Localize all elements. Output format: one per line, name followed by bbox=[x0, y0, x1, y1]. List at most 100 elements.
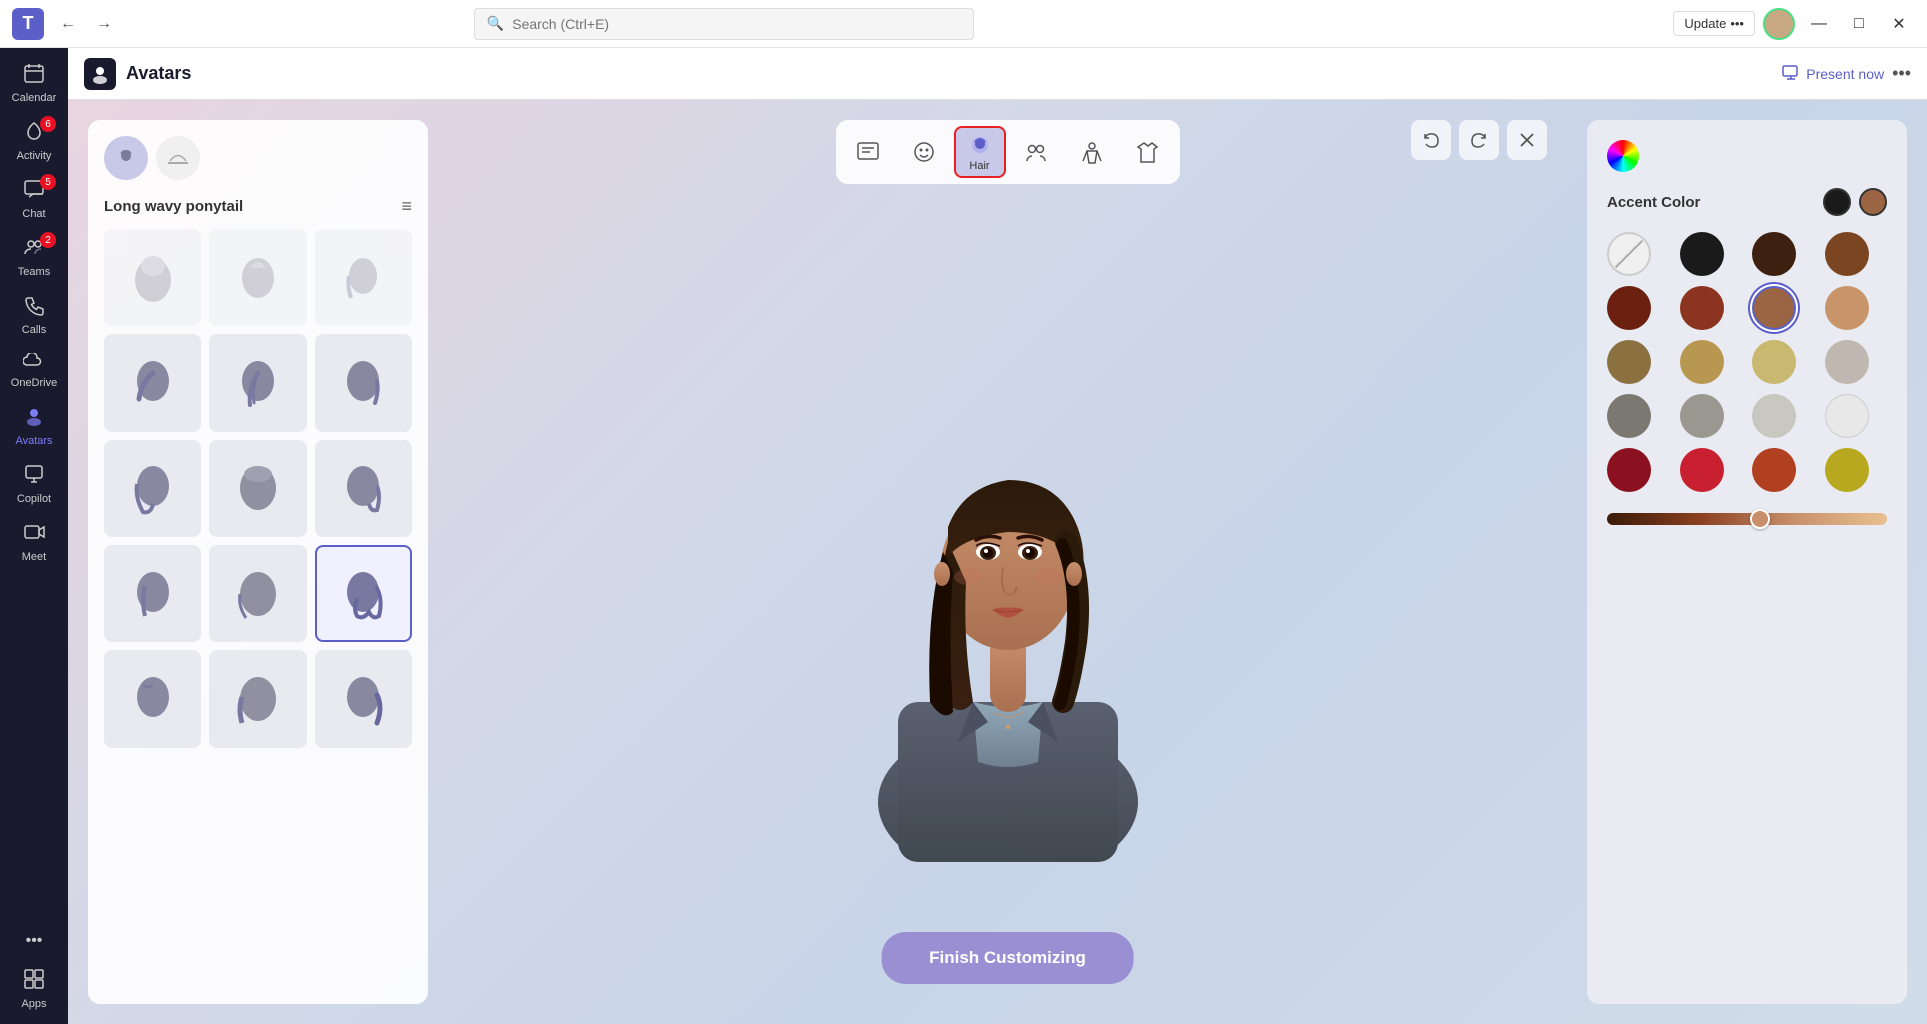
close-customizer-button[interactable] bbox=[1507, 120, 1547, 160]
calendar-icon bbox=[23, 62, 45, 90]
color-swatch-dark-brown[interactable] bbox=[1752, 232, 1796, 276]
hair-style-grid bbox=[104, 229, 412, 748]
avatar-preview bbox=[808, 327, 1208, 877]
color-swatch-white[interactable] bbox=[1825, 394, 1869, 438]
color-swatch-light-gold[interactable] bbox=[1752, 340, 1796, 384]
selected-color-1 bbox=[1823, 188, 1851, 216]
app-body: Calendar 6 Activity 5 Chat 2 Teams bbox=[0, 48, 1927, 1024]
present-now-button[interactable]: Present now bbox=[1782, 65, 1884, 83]
back-button[interactable]: ← bbox=[52, 8, 84, 40]
sidebar-item-avatars[interactable]: Avatars bbox=[6, 399, 62, 453]
hat-tab[interactable] bbox=[156, 136, 200, 180]
hair-style-item-selected[interactable] bbox=[315, 545, 412, 642]
chat-badge: 5 bbox=[40, 174, 56, 190]
color-swatch-brown[interactable] bbox=[1825, 232, 1869, 276]
color-swatch-black[interactable] bbox=[1680, 232, 1724, 276]
toolbar-face-button[interactable] bbox=[898, 126, 950, 178]
sidebar-item-more[interactable]: ••• bbox=[6, 926, 62, 958]
color-swatch-dark-red[interactable] bbox=[1607, 448, 1651, 492]
hair-style-item[interactable] bbox=[104, 545, 201, 642]
accent-color-row: Accent Color bbox=[1607, 188, 1887, 216]
avatar-toolbar: Hair bbox=[836, 120, 1180, 184]
page-title: Avatars bbox=[126, 63, 191, 84]
color-swatch-red[interactable] bbox=[1680, 448, 1724, 492]
search-input[interactable] bbox=[512, 16, 961, 32]
color-swatch-silver-gray[interactable] bbox=[1825, 340, 1869, 384]
sidebar-item-chat[interactable]: 5 Chat bbox=[6, 172, 62, 226]
app-logo: T bbox=[12, 8, 44, 40]
sidebar-item-calendar[interactable]: Calendar bbox=[6, 56, 62, 110]
toolbar-clothes-button[interactable] bbox=[1122, 126, 1174, 178]
hair-style-item[interactable] bbox=[209, 545, 306, 642]
sidebar-item-onedrive[interactable]: OneDrive bbox=[6, 346, 62, 395]
hair-style-item[interactable] bbox=[209, 334, 306, 431]
page-header: Avatars Present now ••• bbox=[68, 48, 1927, 100]
hair-style-item[interactable] bbox=[315, 229, 412, 326]
sidebar-item-label: Copilot bbox=[17, 493, 51, 505]
color-swatch-dark-gray[interactable] bbox=[1607, 394, 1651, 438]
sidebar-item-label: Calendar bbox=[12, 92, 57, 104]
color-swatch-gray[interactable] bbox=[1680, 394, 1724, 438]
sidebar-item-teams[interactable]: 2 Teams bbox=[6, 230, 62, 284]
sidebar-item-meet[interactable]: Meet bbox=[6, 515, 62, 569]
avatar-svg bbox=[818, 342, 1198, 862]
filter-icon[interactable]: ≡ bbox=[401, 196, 412, 217]
toolbar-groups-button[interactable] bbox=[1010, 126, 1062, 178]
hair-panel-tabs bbox=[104, 136, 412, 180]
sidebar-item-label: Avatars bbox=[15, 435, 52, 447]
sidebar-item-calls[interactable]: Calls bbox=[6, 288, 62, 342]
color-swatch-rust[interactable] bbox=[1752, 448, 1796, 492]
color-swatch-dark-gold[interactable] bbox=[1607, 340, 1651, 384]
page-header-icon bbox=[84, 58, 116, 90]
apps-icon bbox=[23, 968, 45, 996]
hair-panel-header: Long wavy ponytail ≡ bbox=[104, 196, 412, 217]
color-swatch-medium-brown[interactable] bbox=[1752, 286, 1796, 330]
toolbar-hair-button[interactable]: Hair bbox=[954, 126, 1006, 178]
toolbar-body-button[interactable] bbox=[1066, 126, 1118, 178]
hair-style-item[interactable] bbox=[315, 334, 412, 431]
color-swatch-gold[interactable] bbox=[1680, 340, 1724, 384]
sidebar-item-activity[interactable]: 6 Activity bbox=[6, 114, 62, 168]
hair-style-item[interactable] bbox=[104, 440, 201, 537]
hair-style-item[interactable] bbox=[315, 650, 412, 747]
sidebar-item-copilot[interactable]: Copilot bbox=[6, 457, 62, 511]
color-swatch-tan[interactable] bbox=[1825, 286, 1869, 330]
undo-button[interactable] bbox=[1411, 120, 1451, 160]
hair-style-item[interactable] bbox=[209, 650, 306, 747]
selected-colors bbox=[1823, 188, 1887, 216]
hair-style-item[interactable] bbox=[315, 440, 412, 537]
hair-style-item[interactable] bbox=[209, 440, 306, 537]
minimize-button[interactable]: — bbox=[1803, 8, 1835, 40]
update-button[interactable]: Update ••• bbox=[1673, 11, 1755, 36]
hair-style-item[interactable] bbox=[104, 650, 201, 747]
titlebar-right: Update ••• — □ ✕ bbox=[1673, 8, 1915, 40]
sidebar-item-label: Calls bbox=[22, 324, 46, 336]
sidebar-item-apps[interactable]: Apps bbox=[6, 962, 62, 1016]
color-swatch-auburn[interactable] bbox=[1680, 286, 1724, 330]
avatars-icon bbox=[23, 405, 45, 433]
hair-panel-title: Long wavy ponytail bbox=[104, 198, 243, 215]
page-more-button[interactable]: ••• bbox=[1892, 63, 1911, 84]
color-swatch-light-gray[interactable] bbox=[1752, 394, 1796, 438]
color-swatch-dark-auburn[interactable] bbox=[1607, 286, 1651, 330]
sidebar-item-label: Apps bbox=[21, 998, 46, 1010]
search-icon: 🔍 bbox=[487, 15, 504, 32]
hair-style-item[interactable] bbox=[209, 229, 306, 326]
hair-style-item[interactable] bbox=[104, 334, 201, 431]
hair-style-item[interactable] bbox=[104, 229, 201, 326]
color-slider[interactable] bbox=[1607, 513, 1887, 525]
redo-button[interactable] bbox=[1459, 120, 1499, 160]
sidebar-item-label: Activity bbox=[17, 150, 52, 162]
hair-style-tab[interactable] bbox=[104, 136, 148, 180]
forward-button[interactable]: → bbox=[88, 8, 120, 40]
content-area: Avatars Present now ••• bbox=[68, 48, 1927, 1024]
toolbar-reactions-button[interactable] bbox=[842, 126, 894, 178]
close-button[interactable]: ✕ bbox=[1883, 8, 1915, 40]
user-avatar[interactable] bbox=[1763, 8, 1795, 40]
maximize-button[interactable]: □ bbox=[1843, 8, 1875, 40]
color-swatch-none[interactable] bbox=[1607, 232, 1651, 276]
finish-customizing-button[interactable]: Finish Customizing bbox=[881, 932, 1134, 984]
onedrive-icon bbox=[23, 352, 45, 375]
color-swatch-olive[interactable] bbox=[1825, 448, 1869, 492]
meet-icon bbox=[23, 521, 45, 549]
